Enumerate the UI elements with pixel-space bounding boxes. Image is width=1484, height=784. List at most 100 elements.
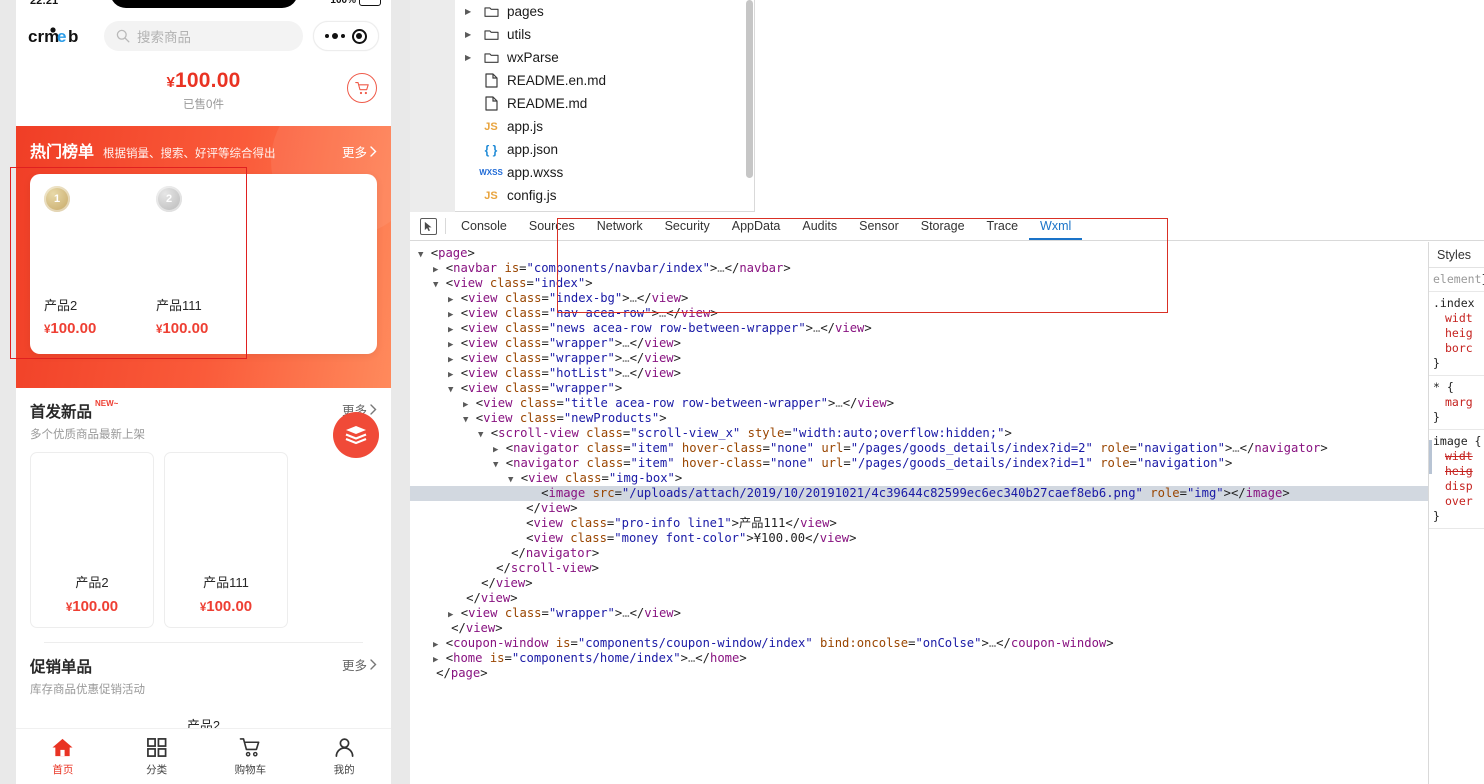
wxml-line[interactable]: ▶ <view class="wrapper">…</view>: [410, 606, 1428, 621]
promotion-more-link[interactable]: 更多: [342, 655, 377, 674]
layers-icon[interactable]: [333, 412, 379, 458]
disclosure-triangle-icon[interactable]: [433, 625, 444, 635]
disclosure-triangle-down-icon[interactable]: ▼: [433, 280, 438, 290]
disclosure-triangle-right-icon[interactable]: ▶: [448, 370, 453, 380]
disclosure-triangle-down-icon[interactable]: ▼: [493, 460, 498, 470]
wxml-line[interactable]: ▶ <navbar is="components/navbar/index">……: [410, 261, 1428, 276]
disclosure-triangle-right-icon[interactable]: ▶: [433, 265, 438, 275]
disclosure-triangle-down-icon[interactable]: ▼: [463, 415, 468, 425]
wxml-line[interactable]: ▶ <navigator class="item" hover-class="n…: [410, 441, 1428, 456]
tabbar-item-profile[interactable]: 我的: [297, 729, 391, 784]
disclosure-triangle-down-icon[interactable]: ▼: [508, 475, 513, 485]
target-icon[interactable]: [351, 28, 367, 44]
search-input[interactable]: 搜索商品: [104, 21, 303, 51]
wxml-line-selected[interactable]: <image src="/uploads/attach/2019/10/2019…: [410, 486, 1428, 501]
expand-arrow-icon[interactable]: ▶: [465, 7, 475, 16]
disclosure-triangle-down-icon[interactable]: ▼: [448, 385, 453, 395]
product-card[interactable]: 产品111 ¥100.00: [164, 452, 288, 628]
style-property[interactable]: disp: [1433, 479, 1484, 494]
disclosure-triangle-icon[interactable]: [478, 565, 489, 575]
wxml-line[interactable]: ▶ <coupon-window is="components/coupon-w…: [410, 636, 1428, 651]
devtools-tab-audits[interactable]: Audits: [791, 212, 848, 240]
style-property[interactable]: borc: [1433, 341, 1484, 356]
wxml-tree[interactable]: ▼ <page> ▶ <navbar is="components/navbar/…: [410, 242, 1428, 784]
hot-list-item[interactable]: 2 产品111 ¥100.00: [156, 186, 268, 342]
wxml-line[interactable]: ▼ <scroll-view class="scroll-view_x" sty…: [410, 426, 1428, 441]
disclosure-triangle-right-icon[interactable]: ▶: [433, 655, 438, 665]
file-tree-row[interactable]: JS app.js: [455, 115, 755, 138]
devtools-tab-security[interactable]: Security: [654, 212, 721, 240]
style-property[interactable]: over: [1433, 494, 1484, 509]
devtools-tab-sources[interactable]: Sources: [518, 212, 586, 240]
disclosure-triangle-right-icon[interactable]: ▶: [433, 640, 438, 650]
devtools-tab-sensor[interactable]: Sensor: [848, 212, 910, 240]
styles-scroll-indicator[interactable]: [1429, 440, 1432, 474]
disclosure-triangle-icon[interactable]: [508, 520, 519, 530]
wxml-line[interactable]: </view>: [410, 591, 1428, 606]
product-card[interactable]: 产品2 ¥100.00: [30, 452, 154, 628]
wxml-line[interactable]: ▶ <view class="title acea-row row-betwee…: [410, 396, 1428, 411]
hot-list-more-link[interactable]: 更多: [342, 142, 377, 161]
wxml-line[interactable]: ▼ <page>: [410, 246, 1428, 261]
style-property[interactable]: heig: [1433, 464, 1484, 479]
file-tree-row[interactable]: ▶ pages: [455, 0, 755, 23]
style-property[interactable]: widt: [1433, 449, 1484, 464]
wxml-line[interactable]: <view class="pro-info line1">产品111</view…: [410, 516, 1428, 531]
devtools-tab-console[interactable]: Console: [450, 212, 518, 240]
disclosure-triangle-right-icon[interactable]: ▶: [493, 445, 498, 455]
wxml-line[interactable]: ▶ <view class="wrapper">…</view>: [410, 336, 1428, 351]
disclosure-triangle-icon[interactable]: [493, 550, 504, 560]
disclosure-triangle-icon[interactable]: [523, 490, 534, 500]
disclosure-triangle-right-icon[interactable]: ▶: [448, 310, 453, 320]
style-rule-block[interactable]: image {widt heig disp over}: [1429, 430, 1484, 529]
disclosure-triangle-right-icon[interactable]: ▶: [448, 355, 453, 365]
file-tree-row[interactable]: README.md: [455, 92, 755, 115]
wxml-line[interactable]: </view>: [410, 576, 1428, 591]
wxml-line[interactable]: </page>: [410, 666, 1428, 681]
style-rule-block[interactable]: .index widt heig borc}: [1429, 292, 1484, 376]
wechat-capsule[interactable]: [313, 21, 379, 51]
wxml-line[interactable]: ▶ <view class="news acea-row row-between…: [410, 321, 1428, 336]
wxml-line[interactable]: ▼ <view class="img-box">: [410, 471, 1428, 486]
wxml-line[interactable]: ▼ <navigator class="item" hover-class="n…: [410, 456, 1428, 471]
disclosure-triangle-right-icon[interactable]: ▶: [448, 325, 453, 335]
style-property[interactable]: marg: [1433, 395, 1484, 410]
wxml-line[interactable]: ▶ <home is="components/home/index">…</ho…: [410, 651, 1428, 666]
disclosure-triangle-right-icon[interactable]: ▶: [448, 610, 453, 620]
wxml-line[interactable]: ▶ <view class="index-bg">…</view>: [410, 291, 1428, 306]
expand-arrow-icon[interactable]: ▶: [465, 30, 475, 39]
disclosure-triangle-down-icon[interactable]: ▼: [418, 250, 423, 260]
disclosure-triangle-right-icon[interactable]: ▶: [463, 400, 468, 410]
wxml-line[interactable]: ▼ <view class="newProducts">: [410, 411, 1428, 426]
devtools-tab-trace[interactable]: Trace: [976, 212, 1030, 240]
wxml-line[interactable]: ▶ <view class="hotList">…</view>: [410, 366, 1428, 381]
disclosure-triangle-down-icon[interactable]: ▼: [478, 430, 483, 440]
disclosure-triangle-icon[interactable]: [508, 505, 519, 515]
inspect-cursor-icon[interactable]: [420, 217, 437, 235]
wxml-line[interactable]: </view>: [410, 621, 1428, 636]
style-rule-block[interactable]: * {marg}: [1429, 376, 1484, 430]
wxml-line[interactable]: </view>: [410, 501, 1428, 516]
wxml-line[interactable]: ▶ <view class="wrapper">…</view>: [410, 351, 1428, 366]
file-tree-row[interactable]: WXSS app.wxss: [455, 161, 755, 184]
disclosure-triangle-icon[interactable]: [448, 595, 459, 605]
devtools-tab-appdata[interactable]: AppData: [721, 212, 792, 240]
file-tree-row[interactable]: README.en.md: [455, 69, 755, 92]
more-dots-icon[interactable]: [325, 33, 346, 39]
disclosure-triangle-icon[interactable]: [508, 535, 519, 545]
cart-icon[interactable]: [347, 73, 377, 103]
wxml-line[interactable]: ▶ <view class="nav acea-row">…</view>: [410, 306, 1428, 321]
devtools-tab-network[interactable]: Network: [586, 212, 654, 240]
style-property[interactable]: heig: [1433, 326, 1484, 341]
file-tree-row[interactable]: ▶ wxParse: [455, 46, 755, 69]
file-tree-row[interactable]: { } app.json: [455, 138, 755, 161]
style-rule-block[interactable]: element}: [1429, 268, 1484, 292]
file-tree-row[interactable]: ▶ utils: [455, 23, 755, 46]
disclosure-triangle-right-icon[interactable]: ▶: [448, 340, 453, 350]
style-property[interactable]: widt: [1433, 311, 1484, 326]
disclosure-triangle-icon[interactable]: [463, 580, 474, 590]
file-tree-row[interactable]: JS config.js: [455, 184, 755, 207]
file-tree-scrollbar[interactable]: [746, 0, 753, 178]
tabbar-item-category[interactable]: 分类: [110, 729, 204, 784]
expand-arrow-icon[interactable]: ▶: [465, 53, 475, 62]
